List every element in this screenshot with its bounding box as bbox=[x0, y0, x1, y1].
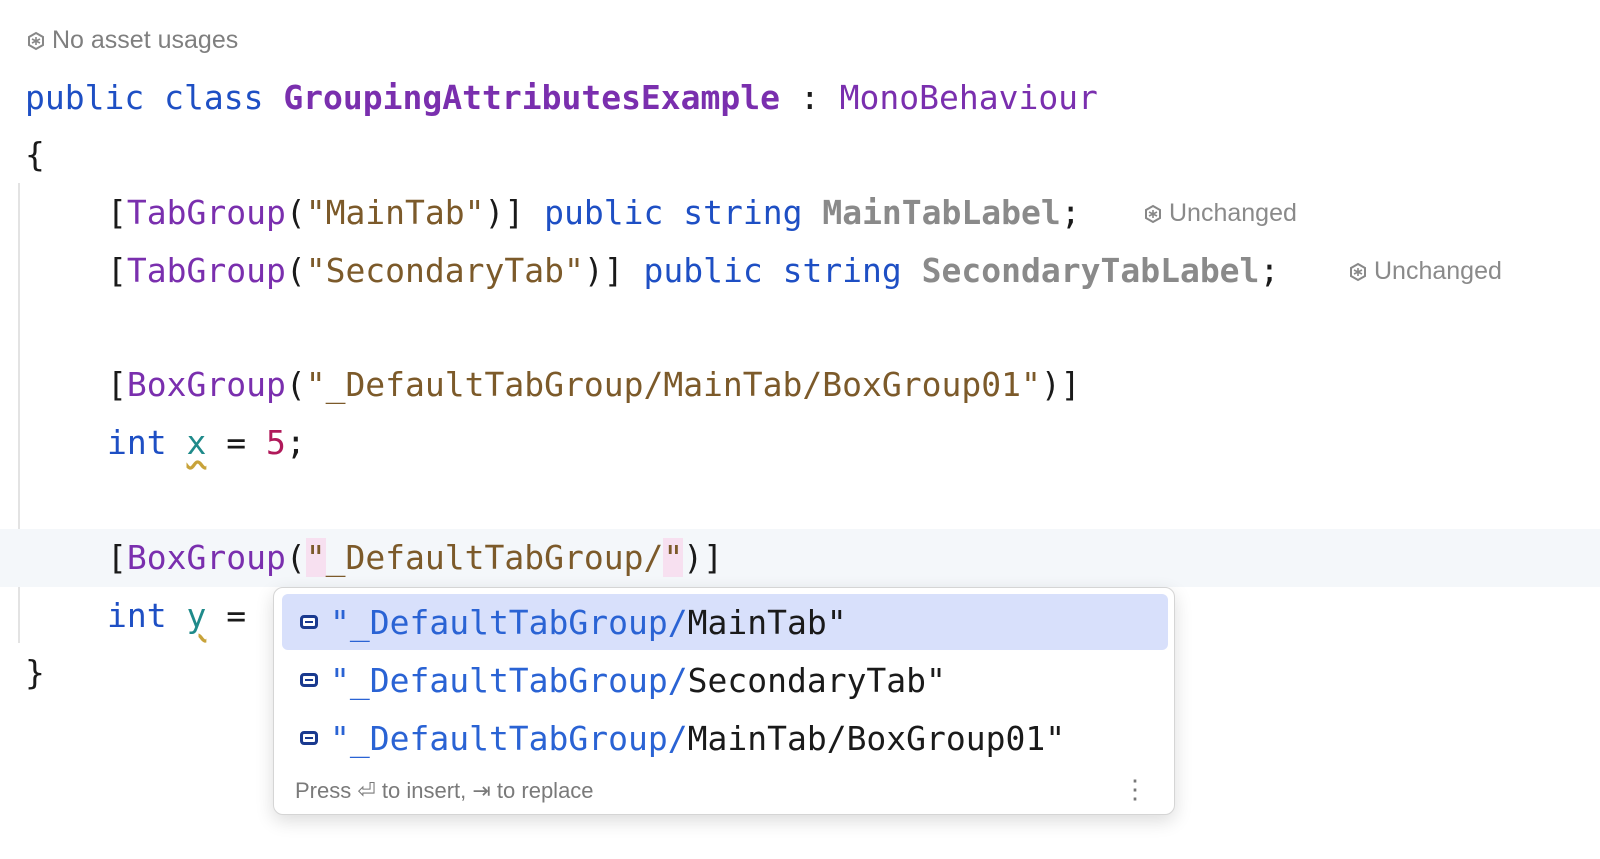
string-literal: "_DefaultTabGroup/MainTab/BoxGroup01" bbox=[305, 365, 1041, 404]
asset-usages-text: No asset usages bbox=[52, 26, 239, 54]
paren: ( bbox=[285, 251, 306, 290]
keyword-public: public bbox=[25, 78, 145, 117]
assign-operator: = bbox=[206, 423, 266, 462]
close-brace: } bbox=[25, 653, 45, 692]
bracket: [ bbox=[107, 365, 127, 404]
field-name: SecondaryTabLabel bbox=[921, 251, 1260, 290]
open-brace-line[interactable]: { bbox=[25, 126, 45, 184]
current-boxgroup-line[interactable]: [BoxGroup("_DefaultTabGroup/")] bbox=[107, 529, 723, 587]
completion-match-prefix: "_DefaultTabGroup/ bbox=[330, 718, 688, 758]
string-literal: _DefaultTabGroup/ bbox=[325, 538, 664, 577]
identifier-x: x bbox=[186, 423, 207, 462]
enum-member-icon bbox=[300, 615, 318, 629]
semicolon: ; bbox=[1060, 193, 1081, 232]
attribute-name: TabGroup bbox=[126, 193, 286, 232]
bracket: [ bbox=[107, 193, 127, 232]
keyword-int: int bbox=[107, 423, 167, 462]
keyword-public: public bbox=[643, 251, 763, 290]
boxgroup-attribute-line[interactable]: [BoxGroup("_DefaultTabGroup/MainTab/BoxG… bbox=[107, 356, 1081, 414]
asset-usages-hint[interactable]: No asset usages bbox=[26, 26, 238, 55]
paren-bracket: )] bbox=[583, 251, 624, 290]
unity-icon bbox=[28, 31, 44, 50]
class-name: GroupingAttributesExample bbox=[283, 78, 781, 117]
class-declaration-line[interactable]: public class GroupingAttributesExample :… bbox=[25, 69, 1098, 127]
keyword-public: public bbox=[544, 193, 664, 232]
identifier-y: y bbox=[186, 596, 207, 635]
completion-item[interactable]: "_DefaultTabGroup/MainTab" bbox=[282, 594, 1168, 650]
inlay-hint-unchanged[interactable]: Unchanged bbox=[1348, 257, 1502, 286]
unity-icon bbox=[1145, 204, 1161, 223]
attribute-name: BoxGroup bbox=[126, 365, 286, 404]
inlay-text: Unchanged bbox=[1169, 199, 1297, 227]
paren-bracket: )] bbox=[484, 193, 525, 232]
keyword-class: class bbox=[164, 78, 264, 117]
string-literal: "MainTab" bbox=[305, 193, 485, 232]
semicolon: ; bbox=[285, 423, 306, 462]
colon: : bbox=[799, 78, 820, 117]
unity-icon bbox=[1350, 262, 1366, 281]
semicolon: ; bbox=[1259, 251, 1280, 290]
keyword-string: string bbox=[782, 251, 902, 290]
completion-footer-hint: Press ⏎ to insert, ⇥ to replace bbox=[295, 778, 594, 803]
paren-bracket: )] bbox=[683, 538, 723, 577]
bracket: [ bbox=[107, 538, 127, 577]
completion-suffix: MainTab" bbox=[687, 602, 847, 642]
attribute-name: TabGroup bbox=[126, 251, 286, 290]
completion-match-prefix: "_DefaultTabGroup/ bbox=[330, 660, 688, 700]
field-name: MainTabLabel bbox=[822, 193, 1061, 232]
open-brace: { bbox=[25, 135, 45, 174]
completion-popup[interactable]: "_DefaultTabGroup/MainTab" "_DefaultTabG… bbox=[273, 587, 1175, 815]
base-class: MonoBehaviour bbox=[839, 78, 1098, 117]
keyword-string: string bbox=[683, 193, 803, 232]
enum-member-icon bbox=[300, 673, 318, 687]
completion-item[interactable]: "_DefaultTabGroup/MainTab/BoxGroup01" bbox=[282, 710, 1168, 766]
quote-close: " bbox=[663, 538, 684, 577]
main-tab-label-line[interactable]: [TabGroup("MainTab")] public string Main… bbox=[107, 184, 1081, 242]
paren-bracket: )] bbox=[1040, 365, 1081, 404]
string-literal: "SecondaryTab" bbox=[305, 251, 584, 290]
completion-suffix: MainTab/BoxGroup01" bbox=[687, 718, 1066, 758]
attribute-name: BoxGroup bbox=[126, 538, 286, 577]
secondary-tab-label-line[interactable]: [TabGroup("SecondaryTab")] public string… bbox=[107, 242, 1279, 300]
completion-match-prefix: "_DefaultTabGroup/ bbox=[330, 602, 688, 642]
completion-suffix: SecondaryTab" bbox=[687, 660, 946, 700]
quote-open: " bbox=[305, 538, 326, 577]
paren: ( bbox=[285, 538, 306, 577]
enum-member-icon bbox=[300, 731, 318, 745]
inlay-hint-unchanged[interactable]: Unchanged bbox=[1143, 199, 1297, 228]
assign-operator: = bbox=[206, 596, 247, 635]
paren: ( bbox=[285, 365, 306, 404]
paren: ( bbox=[285, 193, 306, 232]
completion-item[interactable]: "_DefaultTabGroup/SecondaryTab" bbox=[282, 652, 1168, 708]
inlay-text: Unchanged bbox=[1374, 257, 1502, 285]
int-y-line[interactable]: int y = bbox=[107, 587, 246, 645]
number-literal: 5 bbox=[265, 423, 286, 462]
close-brace-line[interactable]: } bbox=[25, 644, 45, 702]
keyword-int: int bbox=[107, 596, 167, 635]
bracket: [ bbox=[107, 251, 127, 290]
int-x-line[interactable]: int x = 5; bbox=[107, 414, 306, 472]
more-options-icon[interactable]: ⋮ bbox=[1122, 776, 1148, 802]
